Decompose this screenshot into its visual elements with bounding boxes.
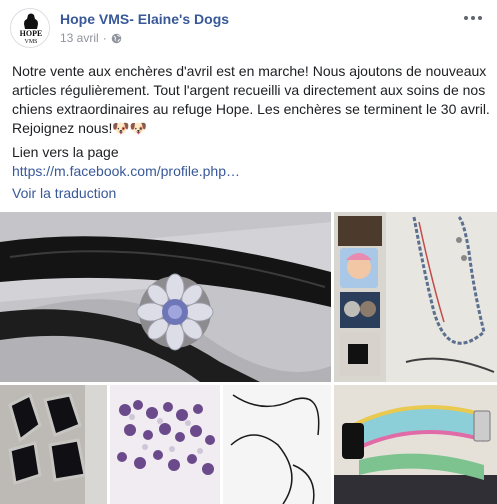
page-name[interactable]: Hope VMS- Elaine's Dogs: [60, 11, 229, 27]
post-header: HOPE VMS Hope VMS- Elaine's Dogs 13 avri…: [0, 0, 497, 56]
link-label: Lien vers la page: [12, 144, 119, 160]
svg-text:HOPE: HOPE: [20, 29, 43, 38]
svg-text:VMS: VMS: [24, 39, 37, 45]
more-dot: [464, 16, 468, 20]
photo-dog-collar[interactable]: [334, 385, 497, 504]
post-meta: 13 avril ·: [60, 31, 122, 45]
photo-grid: [0, 212, 497, 504]
page-avatar[interactable]: HOPE VMS: [10, 8, 50, 48]
post-body: Notre vente aux enchères d'avril est en …: [12, 62, 490, 138]
profile-link[interactable]: https://m.facebook.com/profile.php…: [12, 162, 240, 181]
amethyst-bracelet-image: [110, 385, 220, 504]
see-translation-link[interactable]: Voir la traduction: [12, 184, 116, 203]
photo-amethyst-bracelet[interactable]: [110, 385, 220, 504]
photo-patches-lanyard[interactable]: [334, 212, 497, 382]
photo-cord-necklace[interactable]: [223, 385, 331, 504]
patches-lanyard-image: [334, 212, 497, 382]
more-dot: [478, 16, 482, 20]
globe-icon[interactable]: [111, 33, 122, 44]
bracelet-charm-image: [0, 212, 331, 382]
stone-bracelet-image: [0, 385, 107, 504]
cord-necklace-image: [223, 385, 331, 504]
post-message: Notre vente aux enchères d'avril est en …: [12, 63, 490, 136]
meta-separator: ·: [102, 31, 107, 45]
more-options-icon[interactable]: [461, 10, 485, 26]
dog-collar-image: [334, 385, 497, 504]
photo-bracelet-charm[interactable]: [0, 212, 331, 382]
post-date[interactable]: 13 avril: [60, 31, 99, 45]
more-dot: [471, 16, 475, 20]
page-logo: HOPE VMS: [11, 9, 49, 47]
photo-stone-bracelet[interactable]: [0, 385, 107, 504]
